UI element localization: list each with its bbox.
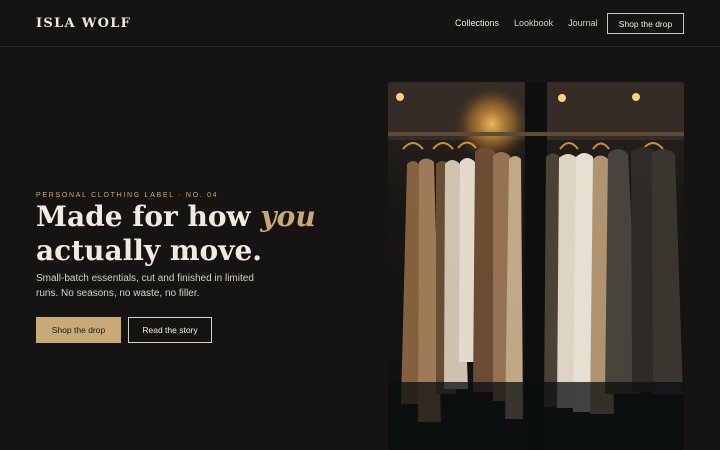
brand-logo[interactable]: ISLA WOLF — [36, 16, 131, 31]
nav-link-journal[interactable]: Journal — [568, 18, 598, 28]
top-nav: ISLA WOLF Collections Lookbook Journal S… — [0, 0, 720, 47]
nav-link-collections[interactable]: Collections — [455, 18, 499, 28]
hero-description: Small-batch essentials, cut and finished… — [36, 273, 254, 299]
nav-link-lookbook[interactable]: Lookbook — [514, 18, 553, 28]
headline-accent: you — [260, 200, 316, 233]
headline-part-1: Made for how — [36, 200, 261, 233]
read-story-button[interactable]: Read the story — [128, 317, 212, 343]
nav-shop-button[interactable]: Shop the drop — [607, 13, 684, 34]
nav-links: Collections Lookbook Journal — [455, 18, 598, 28]
headline-part-2: actually move. — [36, 234, 263, 267]
hero-image-clothing-rack — [388, 82, 684, 450]
hero-headline: Made for how you actually move. — [36, 200, 366, 268]
hero-eyebrow: PERSONAL CLOTHING LABEL · NO. 04 — [36, 192, 219, 199]
shop-drop-button[interactable]: Shop the drop — [36, 317, 121, 343]
